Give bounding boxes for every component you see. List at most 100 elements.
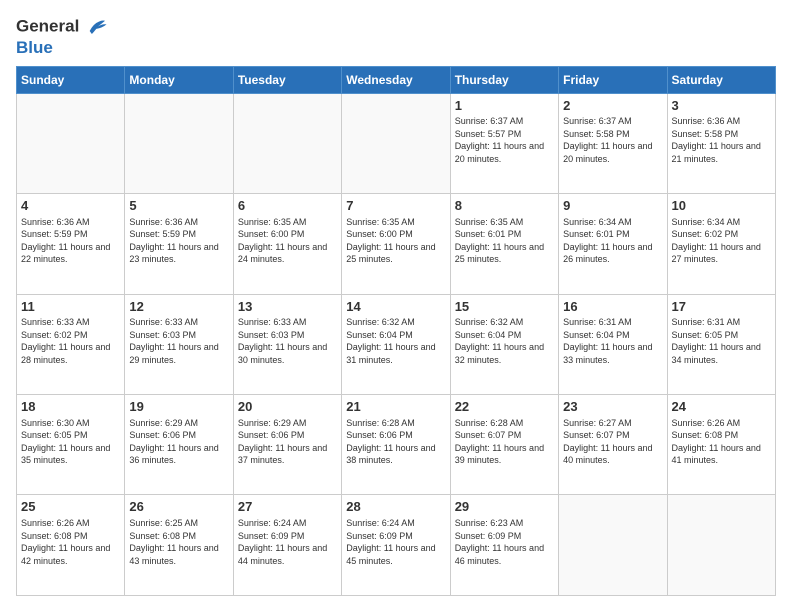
day-info: Sunrise: 6:33 AMSunset: 6:03 PMDaylight:… bbox=[238, 316, 337, 366]
day-number: 29 bbox=[455, 498, 554, 516]
day-info: Sunrise: 6:36 AMSunset: 5:59 PMDaylight:… bbox=[129, 216, 228, 266]
day-cell: 21Sunrise: 6:28 AMSunset: 6:06 PMDayligh… bbox=[342, 395, 450, 495]
day-cell: 6Sunrise: 6:35 AMSunset: 6:00 PMDaylight… bbox=[233, 194, 341, 294]
day-cell: 19Sunrise: 6:29 AMSunset: 6:06 PMDayligh… bbox=[125, 395, 233, 495]
day-info: Sunrise: 6:26 AMSunset: 6:08 PMDaylight:… bbox=[21, 517, 120, 567]
day-number: 10 bbox=[672, 197, 771, 215]
header: General Blue bbox=[16, 16, 776, 58]
day-cell: 1Sunrise: 6:37 AMSunset: 5:57 PMDaylight… bbox=[450, 93, 558, 193]
day-cell bbox=[17, 93, 125, 193]
day-info: Sunrise: 6:37 AMSunset: 5:57 PMDaylight:… bbox=[455, 115, 554, 165]
day-info: Sunrise: 6:25 AMSunset: 6:08 PMDaylight:… bbox=[129, 517, 228, 567]
col-header-friday: Friday bbox=[559, 66, 667, 93]
day-info: Sunrise: 6:35 AMSunset: 6:00 PMDaylight:… bbox=[238, 216, 337, 266]
day-number: 26 bbox=[129, 498, 228, 516]
day-info: Sunrise: 6:31 AMSunset: 6:05 PMDaylight:… bbox=[672, 316, 771, 366]
day-cell bbox=[125, 93, 233, 193]
day-info: Sunrise: 6:32 AMSunset: 6:04 PMDaylight:… bbox=[455, 316, 554, 366]
day-number: 4 bbox=[21, 197, 120, 215]
day-info: Sunrise: 6:35 AMSunset: 6:00 PMDaylight:… bbox=[346, 216, 445, 266]
day-info: Sunrise: 6:34 AMSunset: 6:02 PMDaylight:… bbox=[672, 216, 771, 266]
day-number: 16 bbox=[563, 298, 662, 316]
col-header-sunday: Sunday bbox=[17, 66, 125, 93]
col-header-tuesday: Tuesday bbox=[233, 66, 341, 93]
day-cell: 4Sunrise: 6:36 AMSunset: 5:59 PMDaylight… bbox=[17, 194, 125, 294]
day-cell: 15Sunrise: 6:32 AMSunset: 6:04 PMDayligh… bbox=[450, 294, 558, 394]
day-info: Sunrise: 6:33 AMSunset: 6:02 PMDaylight:… bbox=[21, 316, 120, 366]
day-number: 27 bbox=[238, 498, 337, 516]
day-cell: 8Sunrise: 6:35 AMSunset: 6:01 PMDaylight… bbox=[450, 194, 558, 294]
day-number: 9 bbox=[563, 197, 662, 215]
page: General Blue SundayMondayTuesdayWednesda… bbox=[0, 0, 792, 612]
day-cell: 3Sunrise: 6:36 AMSunset: 5:58 PMDaylight… bbox=[667, 93, 775, 193]
day-info: Sunrise: 6:29 AMSunset: 6:06 PMDaylight:… bbox=[129, 417, 228, 467]
col-header-thursday: Thursday bbox=[450, 66, 558, 93]
day-number: 2 bbox=[563, 97, 662, 115]
day-cell: 25Sunrise: 6:26 AMSunset: 6:08 PMDayligh… bbox=[17, 495, 125, 596]
day-number: 28 bbox=[346, 498, 445, 516]
day-info: Sunrise: 6:28 AMSunset: 6:06 PMDaylight:… bbox=[346, 417, 445, 467]
day-cell: 7Sunrise: 6:35 AMSunset: 6:00 PMDaylight… bbox=[342, 194, 450, 294]
logo: General Blue bbox=[16, 16, 108, 58]
day-info: Sunrise: 6:26 AMSunset: 6:08 PMDaylight:… bbox=[672, 417, 771, 467]
logo-blue: Blue bbox=[16, 38, 108, 58]
day-info: Sunrise: 6:31 AMSunset: 6:04 PMDaylight:… bbox=[563, 316, 662, 366]
calendar: SundayMondayTuesdayWednesdayThursdayFrid… bbox=[16, 66, 776, 596]
day-number: 25 bbox=[21, 498, 120, 516]
logo-general: General bbox=[16, 16, 108, 38]
day-cell: 17Sunrise: 6:31 AMSunset: 6:05 PMDayligh… bbox=[667, 294, 775, 394]
day-number: 20 bbox=[238, 398, 337, 416]
day-info: Sunrise: 6:32 AMSunset: 6:04 PMDaylight:… bbox=[346, 316, 445, 366]
day-cell: 13Sunrise: 6:33 AMSunset: 6:03 PMDayligh… bbox=[233, 294, 341, 394]
day-cell: 23Sunrise: 6:27 AMSunset: 6:07 PMDayligh… bbox=[559, 395, 667, 495]
day-info: Sunrise: 6:30 AMSunset: 6:05 PMDaylight:… bbox=[21, 417, 120, 467]
day-number: 12 bbox=[129, 298, 228, 316]
week-row: 18Sunrise: 6:30 AMSunset: 6:05 PMDayligh… bbox=[17, 395, 776, 495]
day-cell: 22Sunrise: 6:28 AMSunset: 6:07 PMDayligh… bbox=[450, 395, 558, 495]
day-cell: 12Sunrise: 6:33 AMSunset: 6:03 PMDayligh… bbox=[125, 294, 233, 394]
day-number: 24 bbox=[672, 398, 771, 416]
day-cell: 18Sunrise: 6:30 AMSunset: 6:05 PMDayligh… bbox=[17, 395, 125, 495]
day-info: Sunrise: 6:27 AMSunset: 6:07 PMDaylight:… bbox=[563, 417, 662, 467]
day-cell: 16Sunrise: 6:31 AMSunset: 6:04 PMDayligh… bbox=[559, 294, 667, 394]
day-info: Sunrise: 6:23 AMSunset: 6:09 PMDaylight:… bbox=[455, 517, 554, 567]
day-info: Sunrise: 6:36 AMSunset: 5:58 PMDaylight:… bbox=[672, 115, 771, 165]
day-info: Sunrise: 6:28 AMSunset: 6:07 PMDaylight:… bbox=[455, 417, 554, 467]
day-info: Sunrise: 6:34 AMSunset: 6:01 PMDaylight:… bbox=[563, 216, 662, 266]
day-info: Sunrise: 6:24 AMSunset: 6:09 PMDaylight:… bbox=[346, 517, 445, 567]
week-row: 4Sunrise: 6:36 AMSunset: 5:59 PMDaylight… bbox=[17, 194, 776, 294]
day-number: 22 bbox=[455, 398, 554, 416]
day-cell: 26Sunrise: 6:25 AMSunset: 6:08 PMDayligh… bbox=[125, 495, 233, 596]
day-cell: 29Sunrise: 6:23 AMSunset: 6:09 PMDayligh… bbox=[450, 495, 558, 596]
day-info: Sunrise: 6:33 AMSunset: 6:03 PMDaylight:… bbox=[129, 316, 228, 366]
day-number: 15 bbox=[455, 298, 554, 316]
col-header-wednesday: Wednesday bbox=[342, 66, 450, 93]
day-number: 17 bbox=[672, 298, 771, 316]
day-cell: 2Sunrise: 6:37 AMSunset: 5:58 PMDaylight… bbox=[559, 93, 667, 193]
day-cell bbox=[559, 495, 667, 596]
day-cell bbox=[342, 93, 450, 193]
col-header-saturday: Saturday bbox=[667, 66, 775, 93]
day-number: 19 bbox=[129, 398, 228, 416]
day-cell: 14Sunrise: 6:32 AMSunset: 6:04 PMDayligh… bbox=[342, 294, 450, 394]
day-number: 8 bbox=[455, 197, 554, 215]
week-row: 11Sunrise: 6:33 AMSunset: 6:02 PMDayligh… bbox=[17, 294, 776, 394]
day-info: Sunrise: 6:24 AMSunset: 6:09 PMDaylight:… bbox=[238, 517, 337, 567]
day-number: 13 bbox=[238, 298, 337, 316]
day-info: Sunrise: 6:36 AMSunset: 5:59 PMDaylight:… bbox=[21, 216, 120, 266]
day-cell: 20Sunrise: 6:29 AMSunset: 6:06 PMDayligh… bbox=[233, 395, 341, 495]
day-number: 18 bbox=[21, 398, 120, 416]
day-number: 23 bbox=[563, 398, 662, 416]
day-number: 11 bbox=[21, 298, 120, 316]
logo-bird-icon bbox=[86, 16, 108, 38]
day-number: 7 bbox=[346, 197, 445, 215]
day-info: Sunrise: 6:29 AMSunset: 6:06 PMDaylight:… bbox=[238, 417, 337, 467]
day-cell: 11Sunrise: 6:33 AMSunset: 6:02 PMDayligh… bbox=[17, 294, 125, 394]
week-row: 25Sunrise: 6:26 AMSunset: 6:08 PMDayligh… bbox=[17, 495, 776, 596]
day-number: 1 bbox=[455, 97, 554, 115]
col-header-monday: Monday bbox=[125, 66, 233, 93]
day-info: Sunrise: 6:37 AMSunset: 5:58 PMDaylight:… bbox=[563, 115, 662, 165]
day-cell: 28Sunrise: 6:24 AMSunset: 6:09 PMDayligh… bbox=[342, 495, 450, 596]
day-cell: 5Sunrise: 6:36 AMSunset: 5:59 PMDaylight… bbox=[125, 194, 233, 294]
day-cell: 10Sunrise: 6:34 AMSunset: 6:02 PMDayligh… bbox=[667, 194, 775, 294]
